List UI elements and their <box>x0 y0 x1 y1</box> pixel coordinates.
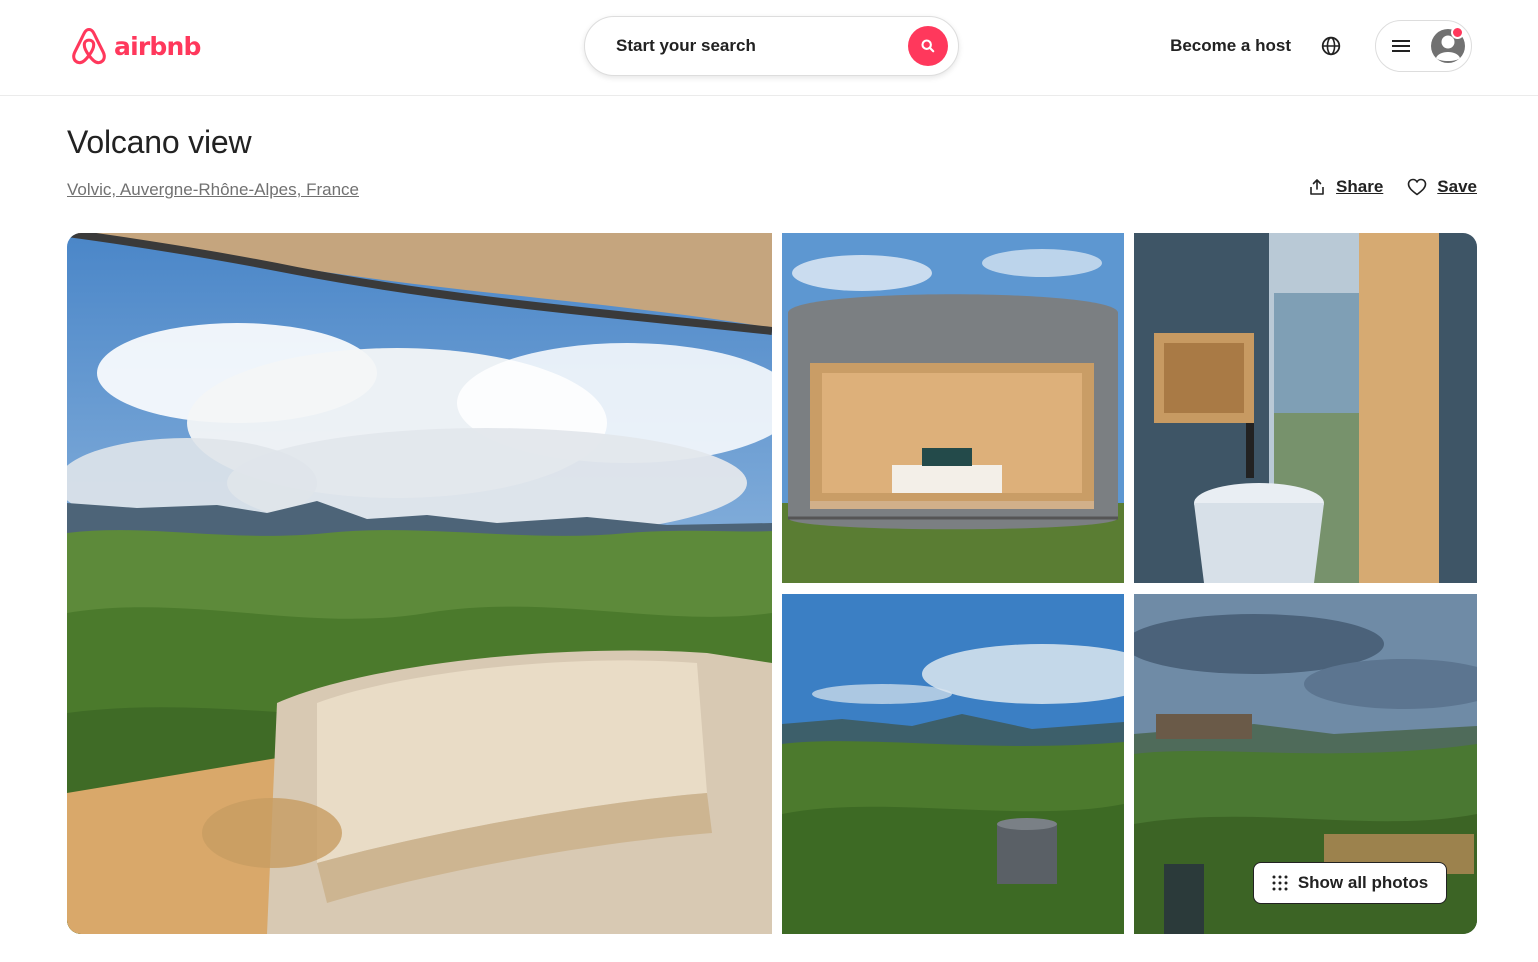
grid-dots-icon <box>1272 875 1288 891</box>
top-header: airbnb Start your search Become a host <box>0 0 1538 96</box>
brand-name: airbnb <box>114 32 201 61</box>
photo-landscape-aerial[interactable] <box>782 594 1124 934</box>
search-button[interactable] <box>908 26 948 66</box>
photo-main-bedroom-view[interactable] <box>67 233 772 934</box>
search-bar[interactable]: Start your search <box>584 16 959 76</box>
share-button[interactable]: Share <box>1308 177 1383 197</box>
language-button[interactable] <box>1320 35 1342 57</box>
user-menu-button[interactable] <box>1375 20 1472 72</box>
notification-badge <box>1451 26 1464 39</box>
save-label: Save <box>1437 177 1477 196</box>
search-icon <box>921 39 935 53</box>
heart-icon <box>1407 178 1427 196</box>
listing-title: Volcano view <box>67 124 252 160</box>
save-button[interactable]: Save <box>1407 177 1477 197</box>
photo-pod-exterior[interactable] <box>782 233 1124 583</box>
listing-actions: Share Save <box>1308 177 1477 197</box>
show-all-photos-label: Show all photos <box>1297 873 1429 892</box>
share-label: Share <box>1336 177 1384 196</box>
listing-location-link[interactable]: Volvic, Auvergne-Rhône-Alpes, France <box>67 180 359 200</box>
globe-icon <box>1321 36 1341 56</box>
share-icon <box>1310 179 1324 195</box>
become-host-link[interactable]: Become a host <box>1170 36 1291 56</box>
menu-icon <box>1392 40 1410 52</box>
photo-bathroom[interactable] <box>1134 233 1477 583</box>
airbnb-logo[interactable]: airbnb <box>70 26 201 71</box>
show-all-photos-button[interactable]: Show all photos <box>1253 862 1447 904</box>
header-nav: Become a host <box>1170 20 1472 72</box>
search-input[interactable]: Start your search <box>616 36 756 56</box>
airbnb-logo-icon <box>70 26 108 71</box>
